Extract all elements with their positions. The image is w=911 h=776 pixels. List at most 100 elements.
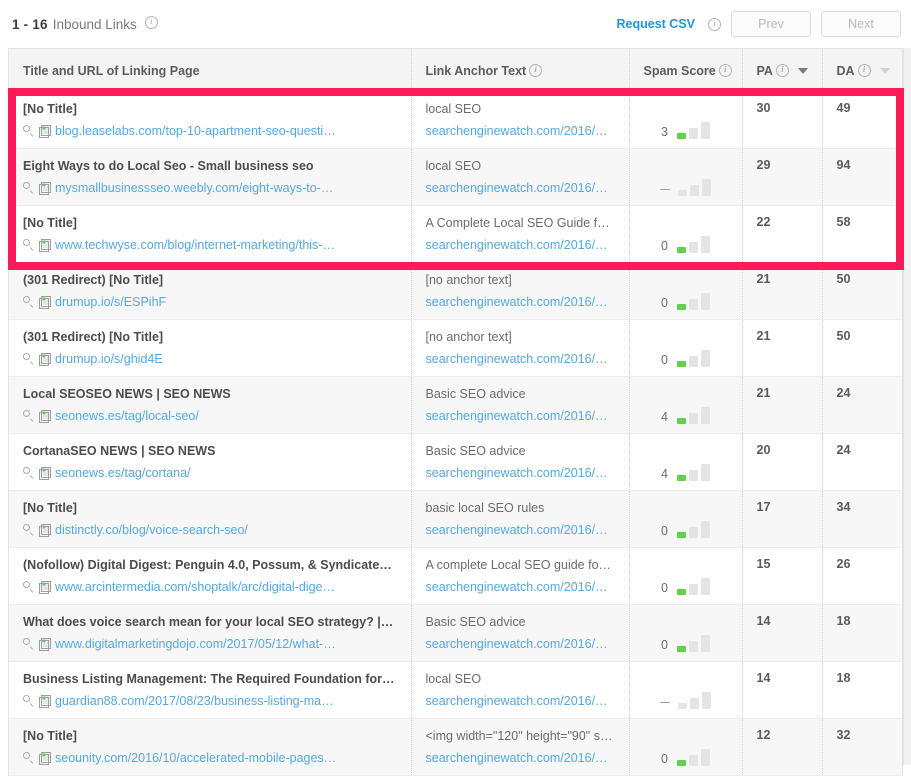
linking-page-url[interactable]: distinctly.co/blog/voice-search-seo/ bbox=[55, 523, 248, 537]
link-anchor-text: A Complete Local SEO Guide f… bbox=[425, 216, 610, 230]
page-preview-icon[interactable] bbox=[39, 181, 51, 195]
cell-pa: 29 bbox=[742, 148, 823, 206]
page-preview-icon[interactable] bbox=[39, 694, 51, 708]
link-anchor-text: Basic SEO advice bbox=[425, 444, 526, 458]
column-header-pa[interactable]: PA bbox=[742, 49, 823, 92]
table-row[interactable]: (Nofollow) Digital Digest: Penguin 4.0, … bbox=[9, 547, 902, 605]
anchor-info-icon[interactable] bbox=[529, 63, 543, 77]
magnifier-icon[interactable] bbox=[23, 410, 35, 422]
column-header-anchor-label: Link Anchor Text bbox=[425, 63, 527, 78]
table-row[interactable]: (301 Redirect) [No Title] drumup.io/s/ESP… bbox=[9, 262, 902, 320]
cell-pa: 21 bbox=[742, 319, 823, 377]
request-csv-info-icon[interactable] bbox=[708, 17, 721, 31]
target-url[interactable]: searchenginewatch.com/2016/… bbox=[426, 637, 615, 651]
target-url[interactable]: searchenginewatch.com/2016/… bbox=[426, 409, 615, 423]
table-row[interactable]: What does voice search mean for your loc… bbox=[9, 604, 902, 662]
magnifier-icon[interactable] bbox=[23, 182, 35, 194]
linking-page-title: Eight Ways to do Local Seo - Small busin… bbox=[23, 159, 314, 173]
target-url[interactable]: searchenginewatch.com/2016/… bbox=[426, 694, 615, 708]
magnifier-icon[interactable] bbox=[23, 752, 35, 764]
column-header-spam-score[interactable]: Spam Score bbox=[629, 49, 743, 92]
magnifier-icon[interactable] bbox=[23, 125, 35, 137]
target-url[interactable]: searchenginewatch.com/2016/… bbox=[426, 466, 615, 480]
linking-page-url[interactable]: www.arcintermedia.com/shoptalk/arc/digit… bbox=[55, 580, 335, 594]
cell-title-url: [No Title] distinctly.co/blog/voice-searc… bbox=[9, 490, 412, 548]
target-url[interactable]: searchenginewatch.com/2016/… bbox=[426, 352, 615, 366]
spam-bar-3 bbox=[700, 122, 710, 139]
pa-sort-descending-icon[interactable] bbox=[797, 67, 808, 74]
magnifier-icon[interactable] bbox=[23, 638, 35, 650]
da-info-icon[interactable] bbox=[857, 63, 871, 77]
link-anchor-text: A complete Local SEO guide fo… bbox=[425, 558, 612, 572]
spam-bar-2 bbox=[688, 527, 698, 538]
page-preview-icon[interactable] bbox=[39, 295, 51, 309]
target-url[interactable]: searchenginewatch.com/2016/… bbox=[426, 523, 615, 537]
da-value: 50 bbox=[836, 272, 851, 286]
magnifier-icon[interactable] bbox=[23, 239, 35, 251]
page-preview-icon[interactable] bbox=[39, 751, 51, 765]
table-row[interactable]: Local SEOSEO NEWS | SEO NEWS seonews.es/t… bbox=[9, 376, 902, 434]
target-url[interactable]: searchenginewatch.com/2016/… bbox=[426, 580, 615, 594]
table-row[interactable]: Eight Ways to do Local Seo - Small busin… bbox=[9, 148, 902, 206]
linking-page-url[interactable]: blog.leaselabs.com/top-10-apartment-seo-… bbox=[55, 124, 336, 138]
magnifier-icon[interactable] bbox=[23, 467, 35, 479]
spam-score-value: 4 bbox=[661, 410, 668, 424]
link-anchor-text: basic local SEO rules bbox=[425, 501, 545, 515]
prev-button[interactable]: Prev bbox=[731, 11, 811, 37]
column-header-anchor[interactable]: Link Anchor Text bbox=[411, 49, 630, 92]
table-row[interactable]: [No Title] blog.leaselabs.com/top-10-apar… bbox=[9, 92, 902, 149]
target-url[interactable]: searchenginewatch.com/2016/… bbox=[426, 181, 615, 195]
linking-page-url[interactable]: drumup.io/s/ghid4E bbox=[55, 352, 163, 366]
spam-score-value: 3 bbox=[661, 125, 668, 139]
pa-value: 20 bbox=[756, 443, 771, 457]
da-sort-descending-icon[interactable] bbox=[879, 67, 890, 74]
column-header-spam-score-label: Spam Score bbox=[643, 63, 716, 78]
target-url[interactable]: searchenginewatch.com/2016/… bbox=[426, 295, 615, 309]
linking-page-url[interactable]: drumup.io/s/ESPihF bbox=[55, 295, 166, 309]
linking-page-url[interactable]: www.digitalmarketingdojo.com/2017/05/12/… bbox=[55, 637, 336, 651]
table-row[interactable]: (301 Redirect) [No Title] drumup.io/s/ghi… bbox=[9, 319, 902, 377]
page-preview-icon[interactable] bbox=[39, 580, 51, 594]
table-row[interactable]: [No Title] distinctly.co/blog/voice-searc… bbox=[9, 490, 902, 548]
info-icon[interactable] bbox=[144, 15, 158, 29]
next-button[interactable]: Next bbox=[821, 11, 901, 37]
cell-da: 50 bbox=[822, 319, 902, 377]
page-preview-icon[interactable] bbox=[39, 352, 51, 366]
target-url[interactable]: searchenginewatch.com/2016/… bbox=[426, 751, 615, 765]
column-header-title[interactable]: Title and URL of Linking Page bbox=[9, 49, 412, 92]
table-row[interactable]: [No Title] www.techwyse.com/blog/internet… bbox=[9, 205, 902, 263]
page-preview-icon[interactable] bbox=[39, 466, 51, 480]
linking-page-url[interactable]: guardian88.com/2017/08/23/business-listi… bbox=[55, 694, 334, 708]
target-url[interactable]: searchenginewatch.com/2016/… bbox=[426, 124, 615, 138]
vertical-scrollbar[interactable] bbox=[903, 48, 911, 765]
page-preview-icon[interactable] bbox=[39, 124, 51, 138]
linking-page-url[interactable]: www.techwyse.com/blog/internet-marketing… bbox=[55, 238, 335, 252]
page-preview-icon[interactable] bbox=[39, 409, 51, 423]
cell-anchor-text: A Complete Local SEO Guide f… searchengin… bbox=[411, 205, 630, 263]
linking-page-url[interactable]: seounity.com/2016/10/accelerated-mobile-… bbox=[55, 751, 336, 765]
magnifier-icon[interactable] bbox=[23, 524, 35, 536]
magnifier-icon[interactable] bbox=[23, 581, 35, 593]
table-row[interactable]: CortanaSEO NEWS | SEO NEWS seonews.es/tag… bbox=[9, 433, 902, 491]
linking-page-url[interactable]: mysmallbusinessseo.weebly.com/eight-ways… bbox=[55, 181, 333, 195]
page-preview-icon[interactable] bbox=[39, 523, 51, 537]
page-preview-icon[interactable] bbox=[39, 238, 51, 252]
request-csv-link[interactable]: Request CSV bbox=[617, 17, 696, 31]
linking-page-title: [No Title] bbox=[23, 102, 77, 116]
spam-score-info-icon[interactable] bbox=[718, 63, 732, 77]
magnifier-icon[interactable] bbox=[23, 353, 35, 365]
spam-bar-3 bbox=[700, 350, 710, 367]
pa-info-icon[interactable] bbox=[775, 63, 789, 77]
cell-pa: 14 bbox=[742, 661, 823, 719]
linking-page-url[interactable]: seonews.es/tag/cortana/ bbox=[55, 466, 191, 480]
page-preview-icon[interactable] bbox=[39, 637, 51, 651]
target-url[interactable]: searchenginewatch.com/2016/… bbox=[426, 238, 615, 252]
magnifier-icon[interactable] bbox=[23, 296, 35, 308]
table-row[interactable]: [No Title] seounity.com/2016/10/accelerat… bbox=[9, 718, 902, 776]
table-row[interactable]: Business Listing Management: The Require… bbox=[9, 661, 902, 719]
linking-page-url[interactable]: seonews.es/tag/local-seo/ bbox=[55, 409, 199, 423]
column-header-da[interactable]: DA bbox=[822, 49, 902, 92]
linking-page-title: Local SEOSEO NEWS | SEO NEWS bbox=[23, 387, 231, 401]
linking-page-url-line: seounity.com/2016/10/accelerated-mobile-… bbox=[23, 751, 397, 765]
magnifier-icon[interactable] bbox=[23, 695, 35, 707]
